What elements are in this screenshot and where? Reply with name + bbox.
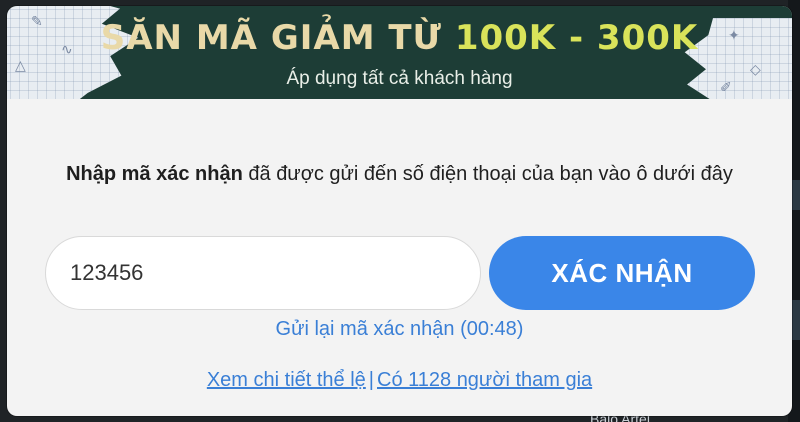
banner-title-amount: 100K - 300K [454,18,699,58]
confirm-button[interactable]: XÁC NHẬN [489,236,755,310]
banner-subtitle: Áp dụng tất cả khách hàng [286,68,513,89]
banner-title-main: SĂN MÃ GIẢM TỪ [100,18,455,58]
footer-separator: | [368,369,374,391]
banner-title: SĂN MÃ GIẢM TỪ 100K - 300K [7,18,792,58]
promo-verification-modal: ✎ △ ∿ ✦ ◇ ✐ SĂN MÃ GIẢM TỪ 100K - 300K Á… [7,6,792,416]
verification-code-input[interactable] [45,236,481,310]
promo-banner: ✎ △ ∿ ✦ ◇ ✐ SĂN MÃ GIẢM TỪ 100K - 300K Á… [7,6,792,99]
instruction-bold: Nhập mã xác nhận [66,163,243,185]
rules-link[interactable]: Xem chi tiết thể lệ [207,369,366,391]
participants-link[interactable]: Có 1128 người tham gia [377,369,592,391]
resend-code-link[interactable]: Gửi lại mã xác nhận (00:48) [7,316,792,342]
instruction-rest: đã được gửi đến số điện thoại của bạn và… [242,163,733,185]
instruction-text: Nhập mã xác nhận đã được gửi đến số điện… [47,159,752,189]
footer-links: Xem chi tiết thể lệ | Có 1128 người tham g… [7,367,792,393]
